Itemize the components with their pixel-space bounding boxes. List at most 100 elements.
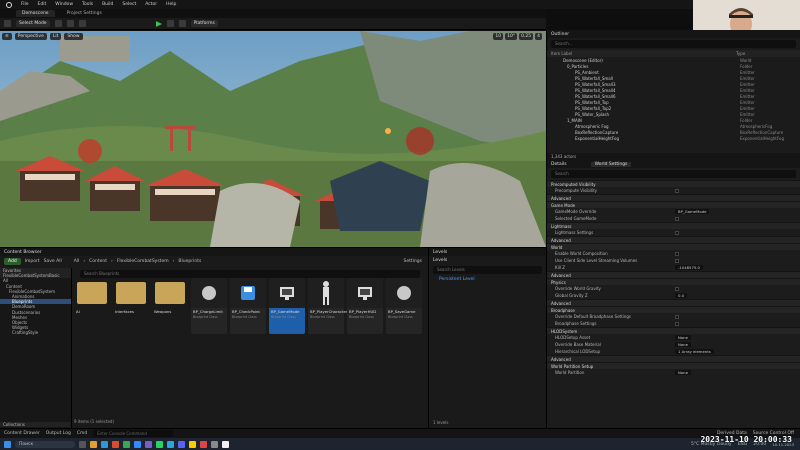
angle-snap-value[interactable]: 10° bbox=[505, 33, 518, 40]
menu-build[interactable]: Build bbox=[102, 2, 113, 7]
asset-tile[interactable]: BP_SaveGame Blueprint Class bbox=[386, 278, 422, 334]
details-section-header[interactable]: HLODSystem bbox=[547, 327, 800, 334]
chrome-icon[interactable] bbox=[123, 440, 130, 448]
property-value[interactable]: BP_GameMode bbox=[675, 209, 710, 214]
property-checkbox[interactable] bbox=[675, 216, 679, 221]
unreal-engine-taskbar-icon[interactable] bbox=[222, 440, 229, 448]
app-yellow-icon[interactable] bbox=[189, 440, 196, 448]
details-section-header[interactable]: Advanced bbox=[547, 194, 800, 201]
property-value[interactable]: 1 Array elements bbox=[675, 349, 714, 354]
world-settings-tab[interactable]: World Settings bbox=[590, 161, 632, 167]
app-purple-icon[interactable] bbox=[145, 440, 152, 448]
tab-project-settings[interactable]: Project Settings bbox=[61, 10, 108, 17]
details-section-header[interactable]: World bbox=[547, 243, 800, 250]
tree-folder-item[interactable]: CraftingStyle bbox=[0, 330, 71, 335]
outliner-row[interactable]: BoxReflectionCapture BoxReflectionCapture bbox=[547, 129, 800, 135]
save-icon[interactable] bbox=[4, 20, 11, 27]
grid-snap-value[interactable]: 10 bbox=[493, 33, 504, 40]
show-button[interactable]: Show bbox=[64, 33, 83, 40]
telegram-icon[interactable] bbox=[167, 440, 174, 448]
camera-speed-value[interactable]: 4 bbox=[535, 33, 542, 40]
viewport-menu-button[interactable]: ≡ bbox=[2, 33, 12, 40]
menu-edit[interactable]: Edit bbox=[38, 2, 47, 7]
column-type[interactable]: Type bbox=[736, 51, 796, 56]
outliner-row[interactable]: PS_Waterfall_Top Emitter bbox=[547, 99, 800, 105]
folder-tile[interactable]: Weapons bbox=[152, 278, 188, 334]
details-search-input[interactable]: Search bbox=[551, 170, 796, 178]
details-section-header[interactable]: Physics bbox=[547, 278, 800, 285]
level-viewport[interactable]: ≡ Perspective Lit Show 10 10° 0.25 4 bbox=[0, 31, 546, 247]
persistent-level-row[interactable]: Persistent Level bbox=[429, 277, 546, 282]
levels-menu-button[interactable]: Levels bbox=[433, 258, 447, 263]
blueprint-icon[interactable] bbox=[66, 20, 74, 27]
outliner-row[interactable]: PS_Waterfall_Small4 Emitter bbox=[547, 87, 800, 93]
asset-tile[interactable]: BP_GameMode Blueprint Class bbox=[269, 278, 305, 334]
zoom-icon[interactable] bbox=[134, 440, 141, 448]
app-red-icon[interactable] bbox=[112, 440, 119, 448]
outliner-row[interactable]: PS_Waterfall_Small3 Emitter bbox=[547, 81, 800, 87]
content-browser-title[interactable]: Content Browser bbox=[4, 250, 42, 255]
details-section-header[interactable]: Lightmass bbox=[547, 222, 800, 229]
outliner-row[interactable]: 0_Particles Folder bbox=[547, 63, 800, 69]
folder-tile[interactable]: Interfaces bbox=[113, 278, 149, 334]
menu-help[interactable]: Help bbox=[166, 2, 176, 7]
levels-search-input[interactable]: Search Levels bbox=[433, 266, 542, 274]
platforms-button[interactable]: Platforms bbox=[190, 20, 218, 27]
tab-level[interactable]: Demoscene bbox=[16, 10, 55, 17]
outliner-row[interactable]: Atmospheric Fog AtmosphericFog bbox=[547, 123, 800, 129]
pause-icon[interactable] bbox=[166, 20, 174, 27]
property-value[interactable]: None bbox=[675, 342, 691, 347]
menu-file[interactable]: File bbox=[21, 2, 29, 7]
breadcrumb-blueprints[interactable]: Blueprints bbox=[178, 259, 201, 264]
breadcrumb-fcs[interactable]: FlexibleCombatSystem bbox=[117, 259, 169, 264]
add-button[interactable]: Add bbox=[4, 257, 21, 265]
property-checkbox[interactable] bbox=[675, 188, 679, 193]
import-button[interactable]: Import bbox=[25, 259, 40, 264]
windows-start-icon[interactable] bbox=[4, 440, 11, 448]
cmd-button[interactable]: Cmd bbox=[77, 431, 87, 436]
menu-tools[interactable]: Tools bbox=[82, 2, 93, 7]
outliner-row[interactable]: PS_Waterfall_Top2 Emitter bbox=[547, 105, 800, 111]
cinematics-icon[interactable] bbox=[78, 20, 86, 27]
asset-search-input[interactable]: Search Blueprints bbox=[80, 270, 420, 278]
outliner-row[interactable]: Demoscene (Editor) World bbox=[547, 57, 800, 63]
asset-tile[interactable]: BP_PlayerCharacter Blueprint Class bbox=[308, 278, 347, 334]
details-tab[interactable]: Details bbox=[551, 162, 567, 167]
outliner-row[interactable]: PS_Waterfall_Small6 Emitter bbox=[547, 93, 800, 99]
outliner-row[interactable]: PS_Water_Splash Emitter bbox=[547, 111, 800, 117]
asset-tile[interactable]: BP_CheckPoint Blueprint Class bbox=[230, 278, 266, 334]
perspective-button[interactable]: Perspective bbox=[14, 33, 47, 40]
details-section-header[interactable]: World Partition Setup bbox=[547, 362, 800, 369]
details-section-header[interactable]: Advanced bbox=[547, 299, 800, 306]
outliner-search-input[interactable]: Search... bbox=[551, 40, 796, 48]
select-mode-button[interactable]: Select Mode bbox=[16, 20, 50, 27]
outliner-title[interactable]: Outliner bbox=[551, 32, 569, 37]
property-value[interactable]: None bbox=[675, 370, 691, 375]
menu-select[interactable]: Select bbox=[122, 2, 136, 7]
details-section-header[interactable]: Precomputed Visibility bbox=[547, 180, 800, 187]
edge-browser-icon[interactable] bbox=[101, 440, 108, 448]
content-drawer-button[interactable]: Content Drawer bbox=[4, 431, 40, 436]
asset-tile[interactable]: BP_PlayerHUD Blueprint Class bbox=[347, 278, 383, 334]
stop-icon[interactable] bbox=[178, 20, 186, 27]
outliner-row[interactable]: PS_Ambient Emitter bbox=[547, 69, 800, 75]
property-checkbox[interactable] bbox=[675, 251, 679, 256]
levels-title[interactable]: Levels bbox=[433, 250, 447, 255]
unreal-logo-icon[interactable] bbox=[6, 1, 12, 8]
details-section-header[interactable]: Broadphase bbox=[547, 306, 800, 313]
property-checkbox[interactable] bbox=[675, 286, 679, 291]
property-value[interactable]: None bbox=[675, 335, 691, 340]
add-actor-icon[interactable] bbox=[54, 20, 62, 27]
save-all-button[interactable]: Save All bbox=[44, 259, 62, 264]
details-section-header[interactable]: Advanced bbox=[547, 236, 800, 243]
details-section-header[interactable]: Advanced bbox=[547, 271, 800, 278]
breadcrumb-content[interactable]: Content bbox=[89, 259, 107, 264]
console-command-input[interactable]: Enter Console Command bbox=[93, 430, 174, 437]
taskbar-search-input[interactable]: Поиск bbox=[15, 440, 75, 448]
property-checkbox[interactable] bbox=[675, 230, 679, 235]
outliner-row[interactable]: ExponentialHeightFog ExponentialHeightFog bbox=[547, 135, 800, 141]
task-view-icon[interactable] bbox=[79, 440, 86, 448]
property-checkbox[interactable] bbox=[675, 258, 679, 263]
column-item-label[interactable]: Item Label bbox=[551, 51, 736, 56]
whatsapp-icon[interactable] bbox=[156, 440, 163, 448]
